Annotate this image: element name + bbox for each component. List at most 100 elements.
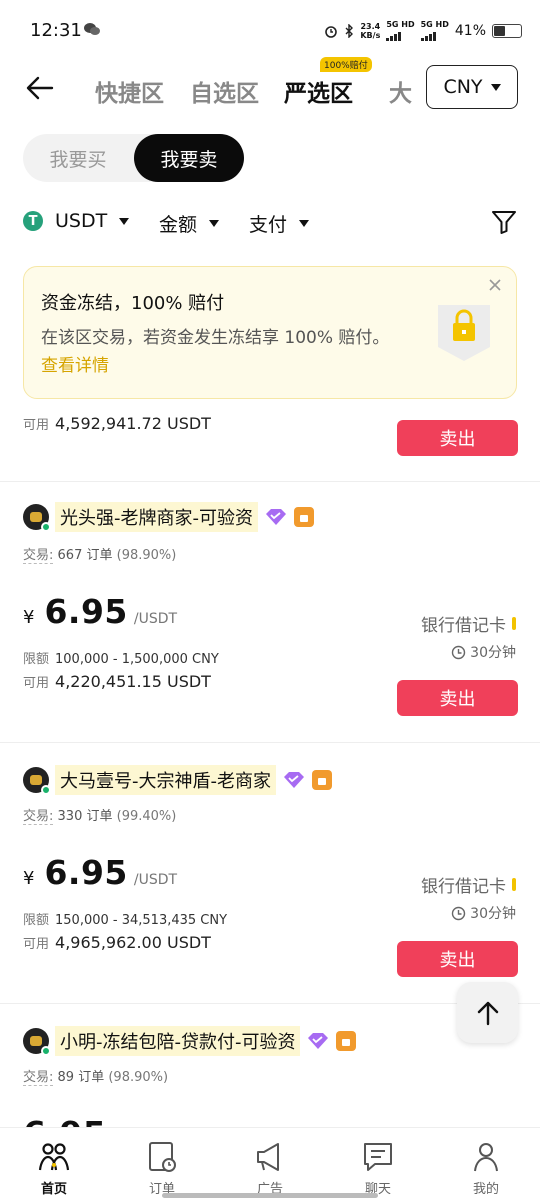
advertiser-name: 小明-冻结包陪-贷款付-可验资: [55, 1026, 301, 1056]
home-indicator[interactable]: [162, 1193, 378, 1198]
coin-label: USDT: [55, 210, 108, 232]
payment-color-bar: [512, 617, 516, 630]
payment-method: 银行借记卡: [421, 611, 516, 636]
nav-chat[interactable]: 聊天: [338, 1140, 418, 1197]
payment-time: 30分钟: [451, 903, 516, 923]
net-speed: 23.4 KB/s: [360, 21, 381, 40]
sim2-signal: 5G HD: [420, 20, 449, 41]
order-icon: [149, 1142, 176, 1172]
diamond-badge-icon: [266, 509, 286, 525]
megaphone-icon: [257, 1143, 279, 1171]
arrow-up-icon: [477, 1001, 498, 1025]
sell-button[interactable]: 卖出: [397, 420, 518, 456]
bluetooth-icon: [345, 23, 354, 38]
back-arrow-icon[interactable]: [24, 74, 56, 102]
tab-quick[interactable]: 快捷区: [95, 74, 164, 108]
caret-down-icon: [490, 83, 501, 91]
tab-selected[interactable]: 严选区: [284, 74, 353, 108]
freeze-compensation-notice: 资金冻结，100% 赔付 在该区交易，若资金发生冻结享 100% 赔付。查看详情: [23, 266, 517, 399]
alarm-icon: [325, 25, 338, 38]
price-row: 6.95: [23, 1114, 106, 1127]
nav-home[interactable]: 首页: [14, 1140, 94, 1197]
caret-down-icon: [209, 220, 220, 227]
bottom-nav: 首页 订单 广告 聊天 我的: [0, 1127, 540, 1200]
available-amount: 可用 4,592,941.72 USDT: [23, 414, 211, 433]
ad-card: 光头强-老牌商家-可验资 交易: 667 订单 (98.90%) ¥ 6.95 …: [0, 482, 540, 743]
nav-profile[interactable]: 我的: [446, 1140, 526, 1197]
buy-toggle-button[interactable]: 我要买: [23, 134, 133, 182]
lock-badge-icon: [294, 507, 314, 527]
nav-orders[interactable]: 订单: [122, 1140, 202, 1197]
advertiser-row[interactable]: 光头强-老牌商家-可验资: [23, 502, 314, 532]
ad-card: 可用 4,592,941.72 USDT 卖出: [0, 402, 540, 482]
view-details-link[interactable]: 查看详情: [41, 356, 109, 376]
sell-button[interactable]: 卖出: [397, 941, 518, 977]
wechat-icon: [84, 23, 100, 35]
limit-range: 限额 100,000 - 1,500,000 CNY: [23, 652, 219, 667]
sell-toggle-button[interactable]: 我要卖: [134, 134, 244, 182]
caret-down-icon: [119, 217, 130, 225]
filter-bar: T USDT 金额 支付: [0, 204, 540, 244]
top-header: 快捷区 自选区 严选区 100%赔付 大 CNY: [0, 57, 540, 117]
currency-selector[interactable]: CNY: [426, 65, 518, 109]
nav-label: 首页: [40, 1182, 67, 1197]
close-icon[interactable]: [488, 278, 502, 292]
scroll-to-top-button[interactable]: [457, 982, 518, 1043]
advertiser-row[interactable]: 小明-冻结包陪-贷款付-可验资: [23, 1026, 357, 1056]
trade-stats: 交易: 667 订单 (98.90%): [23, 548, 177, 564]
avatar: [23, 767, 51, 795]
ad-card: 大马壹号-大宗神盾-老商家 交易: 330 订单 (99.40%) ¥ 6.95…: [0, 743, 540, 1004]
home-people-icon: [38, 1143, 70, 1171]
advertiser-row[interactable]: 大马壹号-大宗神盾-老商家: [23, 765, 332, 795]
clock-icon: [451, 906, 466, 920]
battery-icon: [492, 23, 522, 38]
lock-badge-icon: [336, 1031, 357, 1051]
amount-label: 金额: [159, 214, 198, 236]
payment-filter[interactable]: 支付: [249, 210, 310, 237]
sim1-signal: 5G HD: [386, 20, 415, 41]
payment-method: 银行借记卡: [421, 872, 516, 897]
status-right: 23.4 KB/s 5G HD 5G HD 41%: [324, 20, 522, 41]
profile-icon: [474, 1143, 498, 1172]
tether-icon: T: [23, 211, 43, 231]
payment-label: 支付: [249, 214, 288, 236]
limit-range: 限额 150,000 - 34,513,435 CNY: [23, 913, 228, 928]
status-bar: 12:31 23.4 KB/s 5G HD 5G HD 41%: [0, 0, 540, 62]
trade-stats: 交易: 89 订单 (98.90%): [23, 1070, 169, 1086]
nav-ads[interactable]: 广告: [230, 1140, 310, 1197]
amount-filter[interactable]: 金额: [159, 210, 220, 237]
online-status-dot: [41, 522, 51, 532]
battery-percent: 41%: [454, 22, 486, 39]
avatar: [23, 504, 51, 532]
price: 6.95: [23, 1114, 106, 1127]
buy-sell-toggle: 我要买 我要卖: [23, 134, 244, 182]
compensation-badge: 100%赔付: [320, 57, 372, 72]
chat-icon: [364, 1143, 392, 1171]
sell-button[interactable]: 卖出: [397, 680, 518, 716]
price: 6.95: [44, 853, 128, 892]
trade-stats: 交易: 330 订单 (99.40%): [23, 809, 177, 825]
online-status-dot: [41, 785, 51, 795]
tab-bulk[interactable]: 大: [389, 74, 412, 108]
available-amount: 可用 4,220,451.15 USDT: [23, 672, 211, 691]
shield-lock-icon: [438, 305, 490, 361]
tab-optional[interactable]: 自选区: [190, 74, 259, 108]
currency-label: CNY: [443, 76, 483, 98]
diamond-badge-icon: [308, 1033, 329, 1049]
funnel-filter-icon[interactable]: [490, 208, 518, 236]
nav-label: 我的: [472, 1182, 499, 1197]
lock-badge-icon: [312, 770, 332, 790]
available-amount: 可用 4,965,962.00 USDT: [23, 933, 211, 952]
notice-title: 资金冻结，100% 赔付: [41, 293, 225, 314]
status-time: 12:31: [30, 20, 82, 41]
signal-bars-icon: [420, 29, 449, 41]
coin-filter[interactable]: T USDT: [23, 210, 130, 232]
avatar: [23, 1028, 51, 1056]
signal-bars-icon: [386, 29, 414, 41]
price-row: ¥ 6.95 /USDT: [23, 592, 178, 631]
clock-icon: [451, 645, 466, 659]
price: 6.95: [44, 592, 128, 631]
payment-time: 30分钟: [451, 642, 516, 662]
notice-body: 在该区交易，若资金发生冻结享 100% 赔付。查看详情: [41, 328, 390, 376]
caret-down-icon: [299, 220, 310, 227]
